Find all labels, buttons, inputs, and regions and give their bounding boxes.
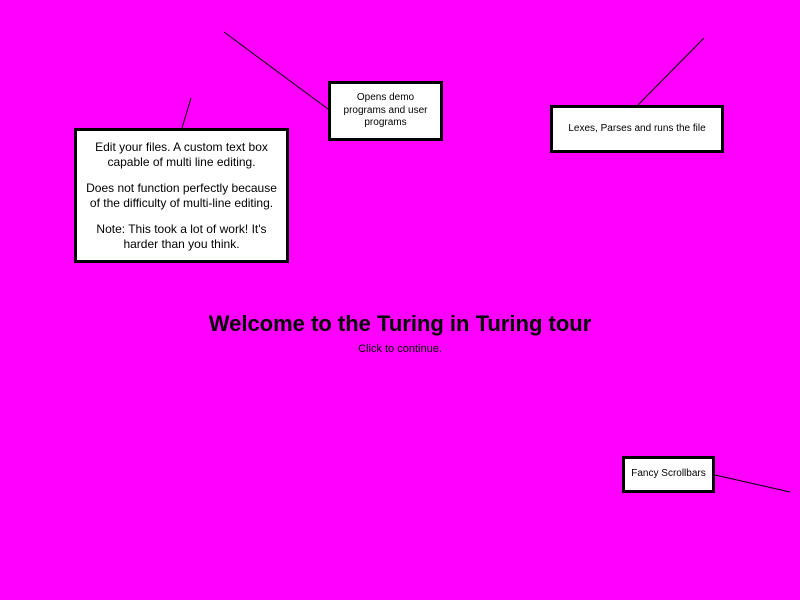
editor-callout-line-3: Note: This took a lot of work! It's hard… (96, 221, 267, 251)
editor-callout: Edit your files. A custom text box capab… (74, 128, 289, 263)
run-leader-line (637, 37, 705, 106)
open-programs-callout-text: Opens demo programs and user programs (343, 92, 428, 129)
open-programs-leader-line (223, 31, 329, 110)
tour-overlay[interactable]: Edit your files. A custom text box capab… (0, 0, 800, 600)
open-programs-callout: Opens demo programs and user programs (328, 81, 443, 141)
welcome-title: Welcome to the Turing in Turing tour (208, 311, 592, 336)
editor-callout-line-2: Does not function perfectly because of t… (86, 180, 277, 210)
continue-hint[interactable]: Click to continue. (0, 343, 800, 355)
editor-leader-line (181, 97, 192, 129)
editor-callout-line-1: Edit your files. A custom text box capab… (95, 139, 268, 169)
scrollbars-leader-line (714, 474, 791, 493)
scrollbars-callout: Fancy Scrollbars (622, 456, 715, 493)
scrollbars-callout-text: Fancy Scrollbars (631, 468, 706, 480)
run-callout-text: Lexes, Parses and runs the file (568, 122, 706, 134)
welcome-block: Welcome to the Turing in Turing tour Cli… (0, 311, 800, 355)
run-callout: Lexes, Parses and runs the file (550, 105, 724, 153)
